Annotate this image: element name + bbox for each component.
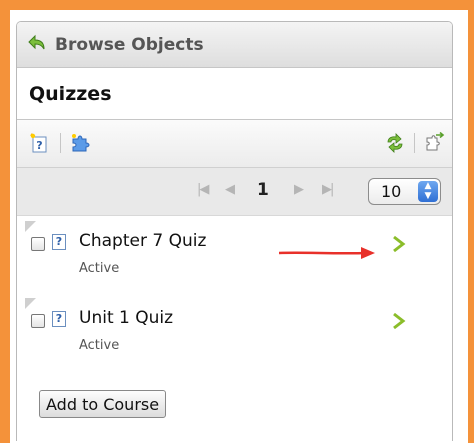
- panel-header: Browse Objects: [17, 22, 452, 68]
- prev-page-button[interactable]: ◀: [225, 182, 235, 197]
- next-page-button[interactable]: ▶: [294, 182, 304, 197]
- toolbar-separator: [414, 133, 415, 153]
- list-item[interactable]: ? Chapter 7 Quiz Active: [17, 217, 452, 293]
- item-checkbox[interactable]: [31, 237, 45, 251]
- browse-objects-panel: Browse Objects Quizzes ? |◀ ◀ 1 ▶ ▶| 10 …: [16, 21, 453, 441]
- page-size-value: 10: [381, 182, 402, 201]
- add-to-course-button[interactable]: Add to Course: [39, 390, 167, 418]
- quiz-icon: ?: [52, 234, 66, 250]
- current-page-number: 1: [257, 180, 269, 200]
- toolbar: ?: [17, 120, 452, 168]
- toolbar-separator: [60, 133, 61, 153]
- chevron-right-icon[interactable]: [392, 235, 406, 253]
- puzzle-icon[interactable]: [69, 132, 91, 154]
- item-status: Active: [79, 338, 120, 353]
- chevron-right-icon[interactable]: [392, 312, 406, 330]
- item-status: Active: [79, 261, 120, 276]
- first-page-button[interactable]: |◀: [197, 182, 209, 197]
- svg-text:?: ?: [36, 139, 42, 152]
- annotation-arrow: [278, 245, 379, 264]
- quiz-icon: ?: [52, 311, 66, 327]
- list-item[interactable]: ? Unit 1 Quiz Active: [17, 294, 452, 370]
- item-title[interactable]: Unit 1 Quiz: [79, 308, 173, 328]
- export-icon[interactable]: [423, 131, 445, 154]
- corner-flag-icon: [25, 298, 36, 309]
- pagination-bar: |◀ ◀ 1 ▶ ▶| 10 ▲ ▼: [17, 168, 452, 216]
- panel-title: Browse Objects: [55, 34, 204, 55]
- section-title: Quizzes: [17, 68, 452, 120]
- last-page-button[interactable]: ▶|: [322, 182, 334, 197]
- item-checkbox[interactable]: [31, 314, 45, 328]
- select-stepper-icon: ▲ ▼: [418, 181, 438, 202]
- page-size-select[interactable]: 10 ▲ ▼: [368, 178, 441, 205]
- corner-flag-icon: [25, 221, 36, 232]
- refresh-icon[interactable]: [384, 132, 406, 154]
- item-title[interactable]: Chapter 7 Quiz: [79, 231, 206, 251]
- back-arrow-icon[interactable]: [27, 33, 47, 57]
- new-quiz-icon[interactable]: ?: [29, 132, 51, 154]
